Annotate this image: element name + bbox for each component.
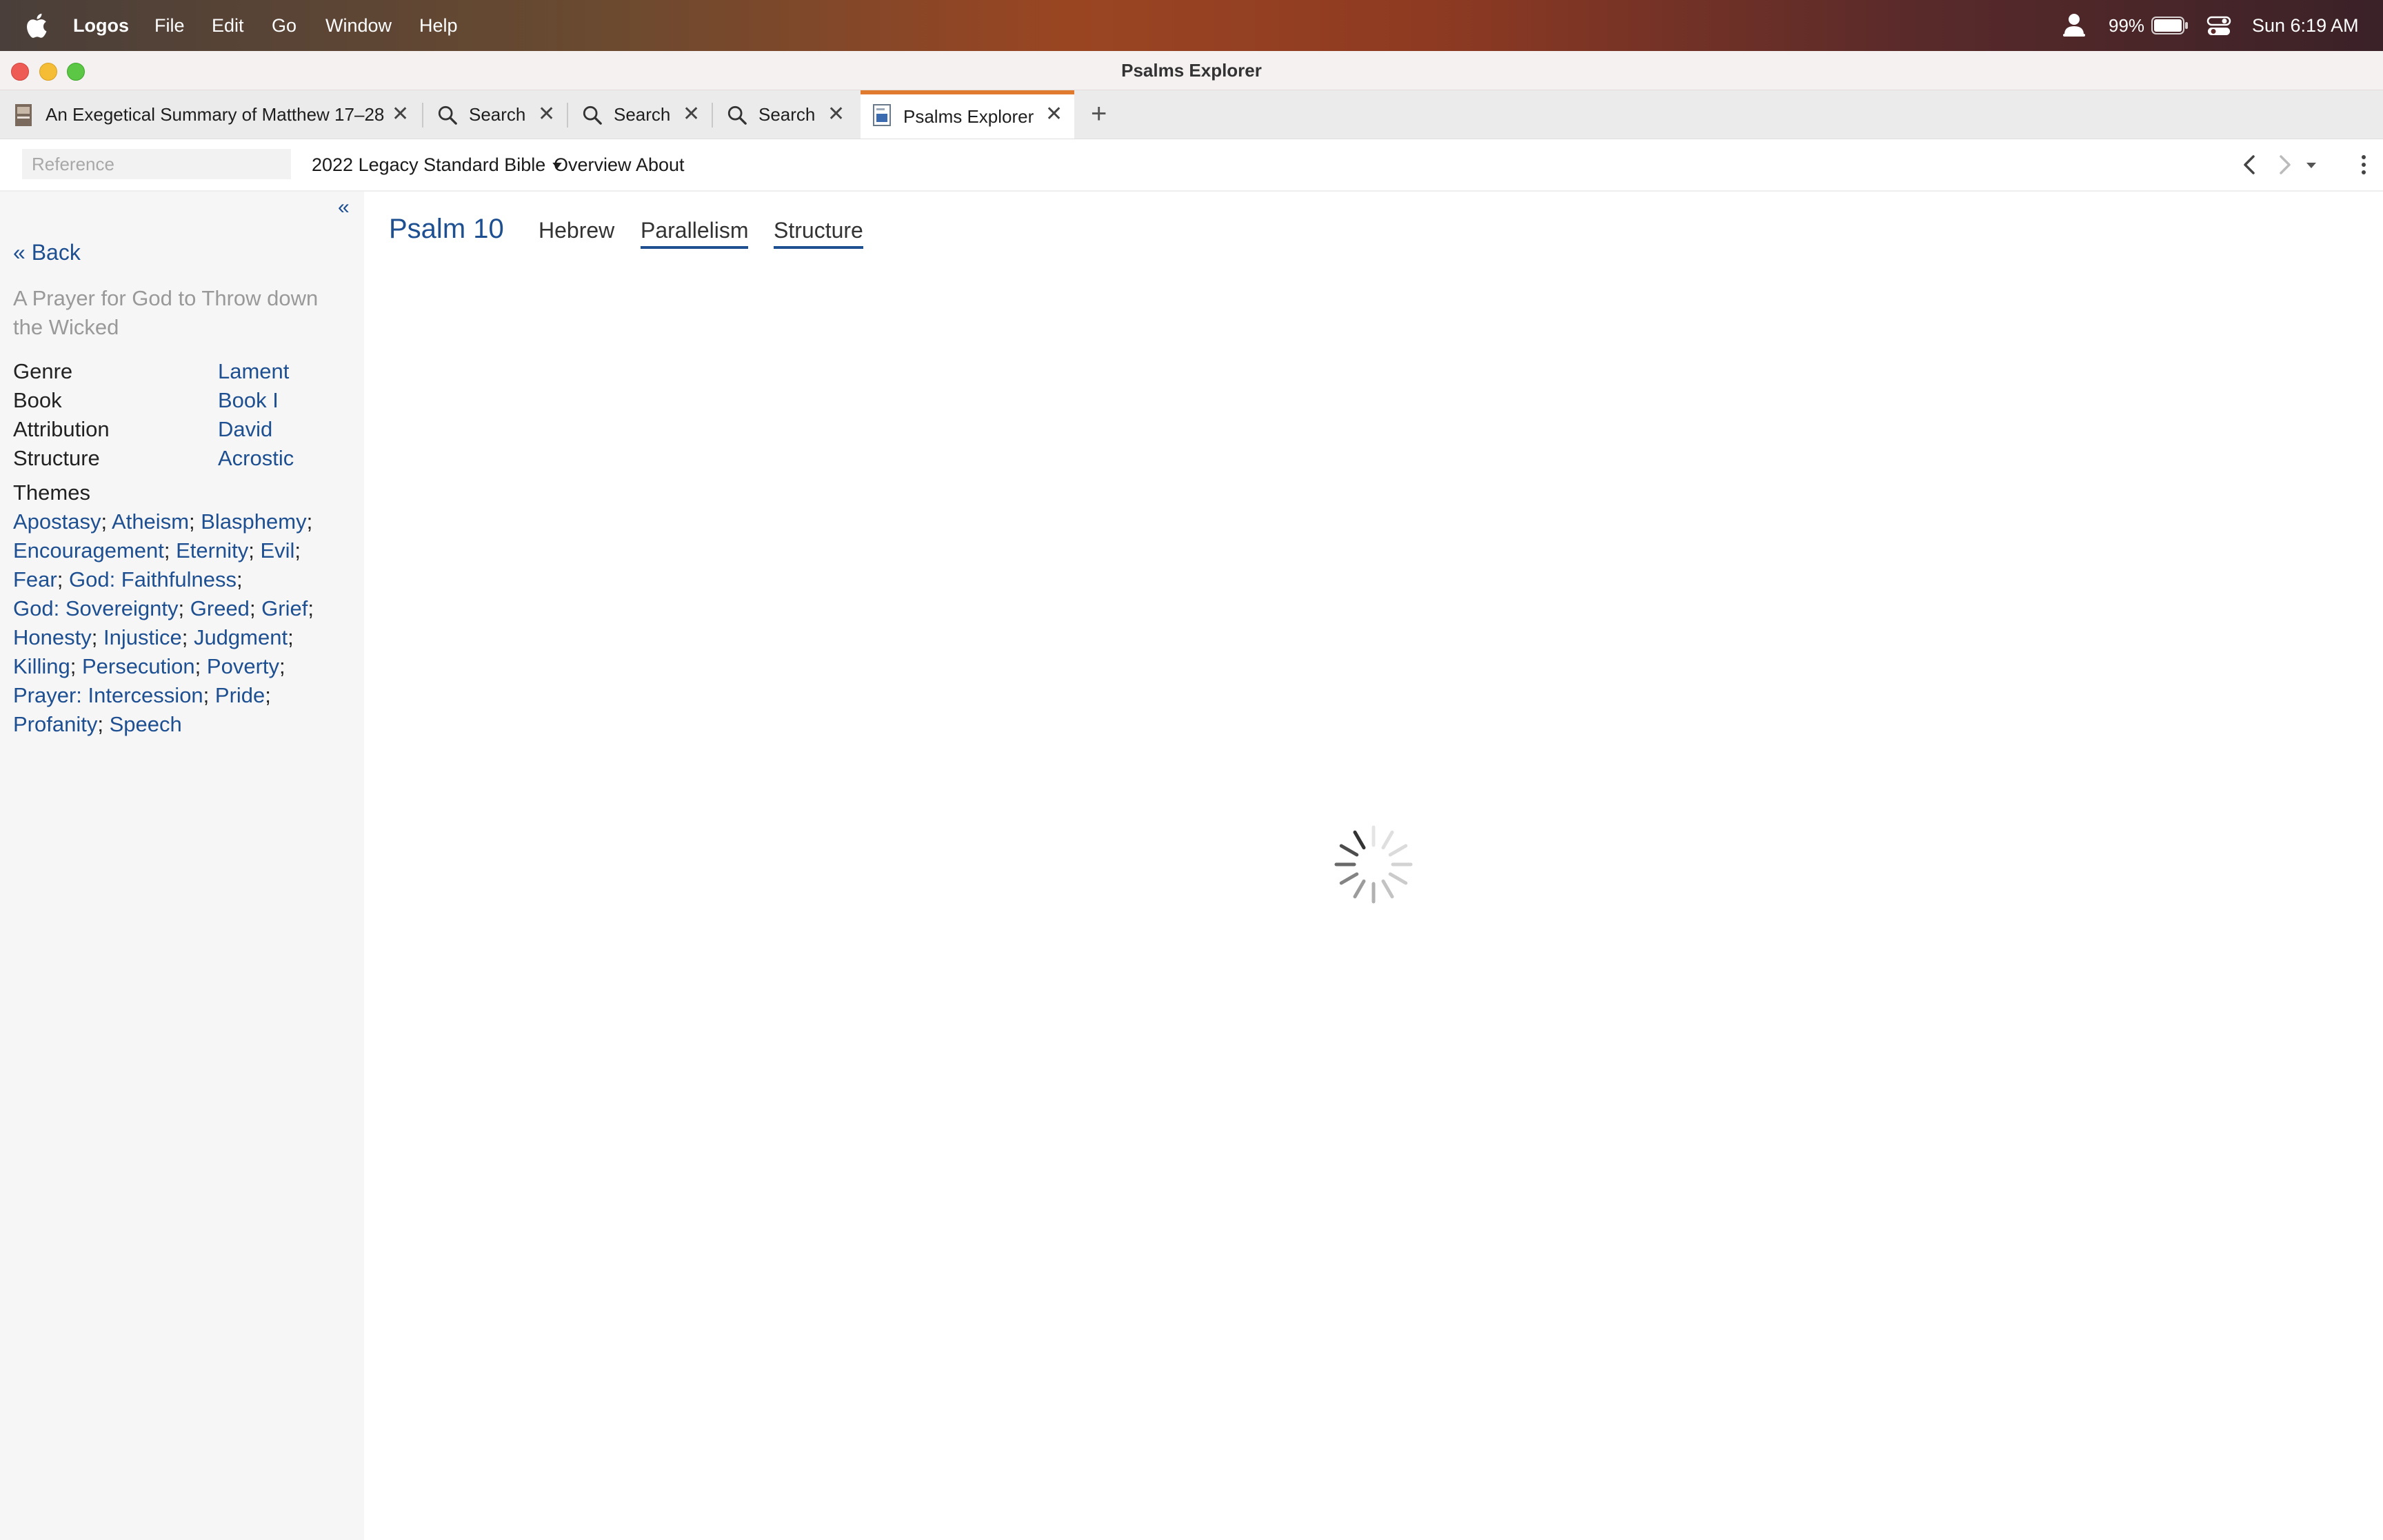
psalm-title: Psalm 10: [389, 214, 504, 244]
forward-arrow-icon[interactable]: [2273, 153, 2296, 176]
theme-link[interactable]: Eternity: [176, 538, 248, 563]
theme-line: Honesty; Injustice; Judgment;: [13, 625, 294, 649]
theme-link[interactable]: Greed: [190, 596, 250, 620]
about-link[interactable]: About: [636, 139, 685, 190]
search-icon: [583, 105, 602, 125]
psalm-subtitle: A Prayer for God to Throw down the Wicke…: [13, 286, 319, 339]
theme-line: Encouragement; Eternity; Evil;: [13, 538, 301, 563]
close-tab-icon[interactable]: ✕: [1045, 102, 1063, 126]
menu-help[interactable]: Help: [419, 0, 458, 51]
back-link[interactable]: « Back: [13, 240, 81, 265]
theme-line: Profanity; Speech: [13, 712, 182, 736]
theme-link[interactable]: Evil: [260, 538, 294, 563]
menu-edit[interactable]: Edit: [212, 0, 244, 51]
view-tab-structure[interactable]: Structure: [774, 218, 863, 249]
tab-search-3[interactable]: Search ✕: [713, 90, 856, 139]
tab-exegetical-summary[interactable]: An Exegetical Summary of Matthew 17–28 ✕: [0, 90, 422, 139]
panel-toolbar: 2022 Legacy Standard Bible Overview Abou…: [0, 139, 2383, 192]
attribution-link[interactable]: David: [218, 415, 272, 444]
back-arrow-icon[interactable]: [2238, 153, 2262, 176]
info-label: Book: [13, 388, 62, 412]
theme-link[interactable]: Persecution: [82, 654, 195, 678]
tab-label: An Exegetical Summary of Matthew 17–28: [46, 103, 385, 125]
theme-link[interactable]: Blasphemy: [201, 509, 306, 534]
close-tab-icon[interactable]: ✕: [827, 102, 845, 126]
menu-window[interactable]: Window: [325, 0, 392, 51]
menu-go[interactable]: Go: [272, 0, 296, 51]
control-center-icon[interactable]: [2206, 15, 2231, 37]
theme-link[interactable]: Profanity: [13, 712, 97, 736]
tab-label: Psalms Explorer: [903, 105, 1034, 127]
close-tab-icon[interactable]: ✕: [683, 102, 700, 126]
theme-link[interactable]: God: Sovereignty: [13, 596, 179, 620]
more-options-icon[interactable]: [2357, 153, 2371, 176]
themes-list: Apostasy; Atheism; Blasphemy; Encouragem…: [13, 507, 351, 739]
theme-link[interactable]: Grief: [261, 596, 308, 620]
info-label: Structure: [13, 446, 100, 470]
psalm-info-sidebar: « « Back A Prayer for God to Throw down …: [0, 192, 364, 1540]
bible-selector-label: 2022 Legacy Standard Bible: [312, 154, 546, 175]
theme-link[interactable]: God: Faithfulness: [69, 567, 237, 591]
theme-link[interactable]: Prayer: Intercession: [13, 683, 203, 707]
search-icon: [727, 105, 747, 125]
clock[interactable]: Sun 6:19 AM: [2252, 0, 2359, 51]
psalm-main-panel: Psalm 10 Hebrew Parallelism Structure: [364, 192, 2383, 1540]
overview-link[interactable]: Overview: [554, 139, 632, 190]
battery-percentage: 99%: [2109, 14, 2145, 36]
theme-link[interactable]: Injustice: [103, 625, 182, 649]
tab-label: Search: [614, 103, 671, 125]
book-cover-icon: [15, 104, 32, 126]
info-label: Genre: [13, 359, 73, 383]
theme-link[interactable]: Fear: [13, 567, 57, 591]
tab-psalms-explorer[interactable]: Psalms Explorer ✕: [861, 90, 1074, 139]
close-tab-icon[interactable]: ✕: [392, 102, 409, 126]
tab-search-1[interactable]: Search ✕: [423, 90, 567, 139]
view-tab-parallelism[interactable]: Parallelism: [641, 218, 749, 249]
theme-link[interactable]: Pride: [215, 683, 265, 707]
tab-label: Search: [469, 103, 526, 125]
loading-spinner-icon: [1334, 825, 1413, 904]
menu-app-logos[interactable]: Logos: [73, 0, 129, 51]
theme-line: Fear; God: Faithfulness;: [13, 567, 243, 591]
theme-link[interactable]: Killing: [13, 654, 70, 678]
apple-icon[interactable]: [25, 12, 48, 39]
window-title: Psalms Explorer: [1121, 60, 1262, 81]
view-tab-hebrew[interactable]: Hebrew: [539, 218, 614, 246]
genre-link[interactable]: Lament: [218, 357, 289, 386]
user-switch-icon[interactable]: [2060, 11, 2088, 39]
menu-bar: Logos File Edit Go Window Help 99% Sun 6…: [0, 0, 2383, 51]
theme-link[interactable]: Judgment: [194, 625, 288, 649]
theme-link[interactable]: Honesty: [13, 625, 92, 649]
battery-icon[interactable]: [2151, 17, 2189, 34]
themes-label: Themes: [13, 480, 90, 505]
book-link[interactable]: Book I: [218, 386, 279, 415]
theme-link[interactable]: Atheism: [112, 509, 189, 534]
search-icon: [438, 105, 457, 125]
theme-link[interactable]: Poverty: [207, 654, 279, 678]
theme-link[interactable]: Speech: [110, 712, 182, 736]
collapse-sidebar-icon[interactable]: «: [338, 196, 350, 219]
theme-link[interactable]: Apostasy: [13, 509, 101, 534]
theme-link[interactable]: Encouragement: [13, 538, 164, 563]
theme-line: Apostasy; Atheism; Blasphemy;: [13, 509, 313, 534]
theme-line: God: Sovereignty; Greed; Grief;: [13, 596, 314, 620]
psalms-explorer-icon: [873, 104, 891, 126]
theme-line: Killing; Persecution; Poverty;: [13, 654, 285, 678]
info-label: Attribution: [13, 417, 110, 441]
add-tab-icon[interactable]: +: [1091, 100, 1107, 128]
theme-line: Prayer: Intercession; Pride;: [13, 683, 271, 707]
structure-link[interactable]: Acrostic: [218, 444, 294, 473]
window-title-bar: Psalms Explorer: [0, 51, 2383, 90]
close-tab-icon[interactable]: ✕: [538, 102, 555, 126]
history-dropdown-icon[interactable]: [2303, 153, 2320, 176]
bible-selector[interactable]: 2022 Legacy Standard Bible: [312, 139, 562, 190]
tab-label: Search: [758, 103, 816, 125]
reference-input[interactable]: [22, 149, 291, 179]
tab-bar: An Exegetical Summary of Matthew 17–28 ✕…: [0, 90, 2383, 139]
tab-search-2[interactable]: Search ✕: [568, 90, 712, 139]
menu-file[interactable]: File: [154, 0, 185, 51]
